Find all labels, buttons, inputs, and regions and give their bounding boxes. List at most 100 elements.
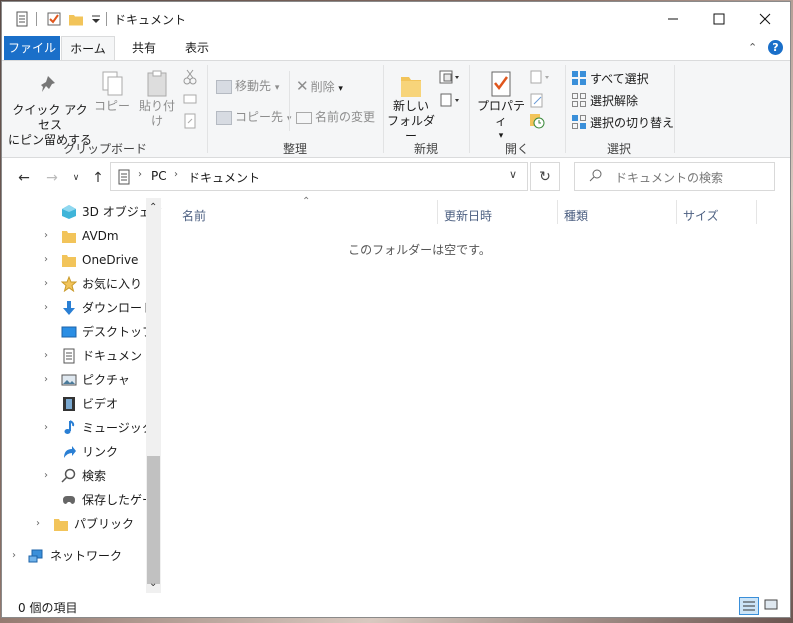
search-box[interactable]: ドキュメントの検索 bbox=[574, 162, 775, 191]
column-header-type[interactable]: 種類 bbox=[564, 207, 588, 224]
edit-icon[interactable] bbox=[529, 92, 545, 111]
up-button[interactable]: ↑ bbox=[88, 168, 108, 188]
collapse-ribbon-icon[interactable]: ⌃ bbox=[748, 41, 757, 54]
maximize-button[interactable] bbox=[696, 2, 742, 36]
item-count: 0 個の項目 bbox=[18, 601, 78, 615]
link-icon bbox=[61, 444, 77, 460]
address-bar[interactable]: › PC › ドキュメント ∨ bbox=[110, 162, 528, 191]
tab-home[interactable]: ホーム bbox=[61, 36, 115, 60]
up-arrow-icon: ↑ bbox=[92, 170, 104, 186]
address-dropdown-icon[interactable]: ∨ bbox=[509, 168, 517, 181]
chevron-right-icon[interactable]: › bbox=[44, 297, 54, 319]
large-icons-view-icon bbox=[764, 599, 778, 610]
tab-share[interactable]: 共有 bbox=[117, 36, 171, 60]
scroll-down-icon[interactable]: ⌄ bbox=[149, 578, 157, 589]
copy-button[interactable]: コピー bbox=[94, 69, 130, 114]
history-icon[interactable] bbox=[529, 113, 545, 132]
tab-view[interactable]: 表示 bbox=[170, 36, 224, 60]
paste-button[interactable]: 貼り付け bbox=[134, 69, 180, 129]
nav-item-links[interactable]: リンク bbox=[2, 441, 146, 463]
copy-to-icon bbox=[216, 110, 232, 125]
copy-to-button[interactable]: コピー先 ▾ bbox=[216, 108, 291, 125]
nav-item-documents[interactable]: › ドキュメント bbox=[2, 345, 154, 367]
minimize-button[interactable] bbox=[650, 2, 696, 36]
help-icon[interactable]: ? bbox=[768, 40, 783, 55]
nav-item-music[interactable]: › ミュージック bbox=[2, 417, 154, 439]
rename-button[interactable]: 名前の変更 bbox=[296, 108, 375, 125]
chevron-right-icon[interactable]: › bbox=[44, 345, 54, 367]
3d-objects-icon bbox=[61, 204, 77, 220]
nav-item-favorites[interactable]: › お気に入り bbox=[2, 273, 146, 295]
nav-item-saved-games[interactable]: 保存したゲー bbox=[2, 489, 146, 511]
rename-label: 名前の変更 bbox=[315, 110, 376, 124]
open-icon[interactable] bbox=[529, 69, 551, 88]
column-header-date[interactable]: 更新日時 bbox=[444, 207, 492, 224]
copy-path-icon[interactable] bbox=[183, 92, 197, 109]
nav-item-network[interactable]: › ネットワーク bbox=[2, 545, 146, 567]
nav-item-avdm[interactable]: › AVDm bbox=[2, 225, 146, 247]
nav-item-3d-objects[interactable]: 3D オブジェク bbox=[2, 201, 163, 223]
column-header-name[interactable]: 名前 bbox=[182, 207, 206, 224]
chevron-right-icon[interactable]: › bbox=[44, 369, 54, 391]
status-bar: 0 個の項目 bbox=[2, 593, 790, 617]
nav-item-public[interactable]: › パブリック bbox=[2, 513, 146, 535]
nav-scrollbar[interactable]: ⌃ ⌄ bbox=[146, 198, 161, 593]
move-to-button[interactable]: 移動先 ▾ bbox=[216, 77, 279, 94]
recent-locations-button[interactable]: ∨ bbox=[66, 168, 86, 188]
details-view-button[interactable] bbox=[739, 597, 759, 615]
music-icon bbox=[61, 420, 77, 436]
nav-item-onedrive[interactable]: › OneDrive bbox=[2, 249, 146, 271]
nav-item-desktop[interactable]: デスクトップ bbox=[2, 321, 154, 343]
nav-item-pictures[interactable]: › ピクチャ bbox=[2, 369, 146, 391]
breadcrumb-documents[interactable]: ドキュメント bbox=[188, 169, 260, 186]
back-arrow-icon: ← bbox=[18, 170, 30, 186]
select-none-button[interactable]: 選択解除 bbox=[572, 92, 638, 110]
nav-item-videos[interactable]: ビデオ bbox=[2, 393, 146, 415]
cut-icon[interactable] bbox=[183, 69, 197, 88]
select-none-icon bbox=[572, 93, 586, 110]
new-folder-button[interactable]: 新しい フォルダー bbox=[387, 69, 435, 144]
tab-file[interactable]: ファイル bbox=[4, 36, 60, 60]
search-icon bbox=[589, 168, 603, 185]
scroll-up-icon[interactable]: ⌃ bbox=[149, 202, 157, 213]
desktop-icon bbox=[61, 324, 77, 340]
breadcrumb-separator[interactable]: › bbox=[174, 169, 178, 180]
chevron-right-icon[interactable]: › bbox=[44, 417, 54, 439]
chevron-right-icon[interactable]: › bbox=[44, 465, 54, 487]
new-item-icon[interactable] bbox=[439, 69, 463, 88]
nav-item-searches[interactable]: › 検索 bbox=[2, 465, 146, 487]
nav-item-downloads[interactable]: › ダウンロード bbox=[2, 297, 154, 319]
breadcrumb-pc[interactable]: PC bbox=[151, 169, 167, 183]
column-header-size[interactable]: サイズ bbox=[683, 207, 719, 224]
ribbon: クイック アクセス にピン留めする コピー 貼り付け クリップボード 移動先 ▾… bbox=[2, 60, 790, 158]
chevron-right-icon[interactable]: › bbox=[12, 545, 22, 567]
copy-to-label: コピー先 bbox=[235, 110, 284, 124]
invert-selection-button[interactable]: 選択の切り替え bbox=[572, 114, 674, 132]
delete-button[interactable]: ✕ 削除 ▾ bbox=[296, 77, 343, 95]
refresh-button[interactable]: ↻ bbox=[530, 162, 560, 191]
large-icons-view-button[interactable] bbox=[762, 597, 782, 615]
invert-selection-icon bbox=[572, 115, 586, 132]
paste-shortcut-icon[interactable] bbox=[183, 113, 197, 132]
pictures-icon bbox=[61, 372, 77, 388]
chevron-right-icon[interactable]: › bbox=[44, 249, 54, 271]
search-icon bbox=[61, 468, 77, 484]
pin-quick-access-button[interactable]: クイック アクセス にピン留めする bbox=[8, 73, 92, 148]
open-group-label: 開く bbox=[504, 142, 529, 156]
properties-button[interactable]: プロパティ ▾ bbox=[474, 69, 528, 144]
close-button[interactable] bbox=[742, 2, 788, 36]
new-folder-qa-icon[interactable] bbox=[68, 11, 84, 27]
back-button[interactable]: ← bbox=[14, 168, 34, 188]
properties-qa-icon[interactable] bbox=[46, 11, 62, 27]
chevron-right-icon[interactable]: › bbox=[36, 513, 46, 535]
forward-button[interactable]: → bbox=[42, 168, 62, 188]
breadcrumb-separator[interactable]: › bbox=[138, 169, 142, 180]
chevron-right-icon[interactable]: › bbox=[44, 225, 54, 247]
explorer-window: ドキュメント ファイル ホーム 共有 表示 ⌃ ? クイック アクセス にピン留… bbox=[1, 1, 791, 618]
new-group-label: 新規 bbox=[413, 142, 438, 156]
select-all-button[interactable]: すべて選択 bbox=[572, 70, 649, 88]
easy-access-icon[interactable] bbox=[439, 92, 463, 111]
scrollbar-thumb[interactable] bbox=[147, 456, 160, 584]
customize-qa-icon[interactable] bbox=[88, 11, 104, 27]
chevron-right-icon[interactable]: › bbox=[44, 273, 54, 295]
